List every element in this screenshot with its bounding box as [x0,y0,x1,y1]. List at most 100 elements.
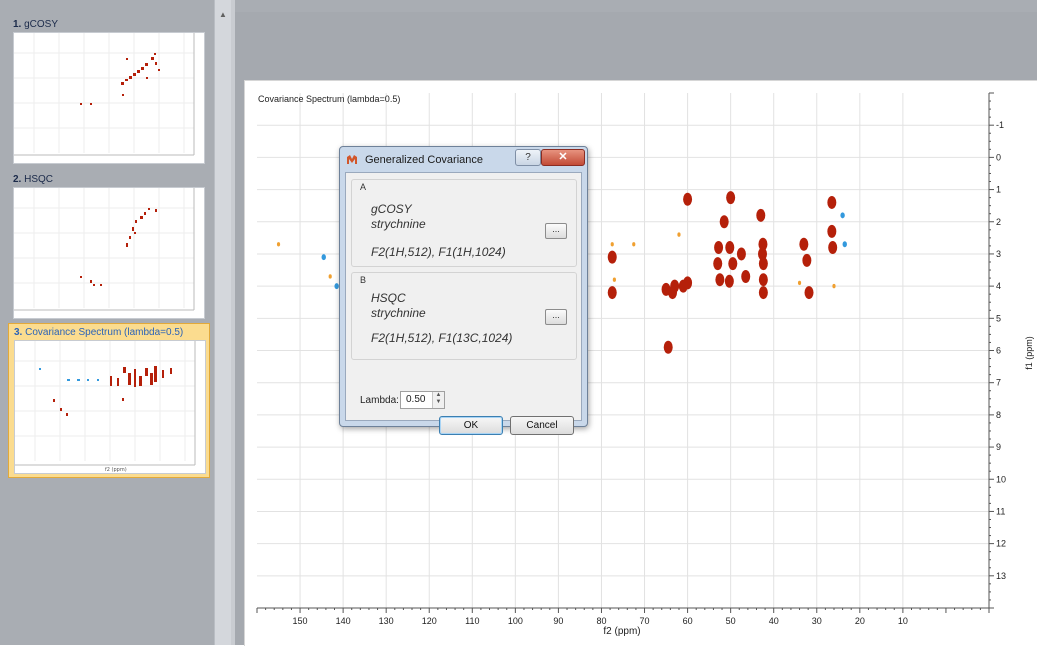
x-tick-label: 90 [553,616,563,626]
positive-peak [663,340,673,354]
thumbnail-covariance-spectrum[interactable]: 3. Covariance Spectrum (lambda=0.5) f2 (… [8,323,210,478]
thumbnail-plot [13,187,205,319]
group-b-experiment: HSQC [371,291,406,305]
positive-peak [758,286,768,300]
group-a-label: A [360,182,367,192]
x-axis-label: f2 (ppm) [603,626,640,637]
group-a-dimensions: F2(1H,512), F1(1H,1024) [371,245,506,259]
y-tick-label: 8 [996,410,1001,420]
weak-peak [677,232,681,237]
positive-peak [724,274,734,288]
dialog-titlebar[interactable]: Generalized Covariance ? ✕ [340,147,587,171]
ok-button[interactable]: OK [439,416,503,435]
browse-a-button[interactable]: ... [545,223,567,239]
positive-peak [607,286,617,300]
weak-peak [276,242,281,247]
weak-peak [328,274,332,279]
positive-peak [827,195,837,209]
positive-peak [661,282,671,296]
thumbnail-hsqc[interactable]: 2. HSQC [8,171,208,320]
y-tick-label: 0 [996,152,1001,162]
weak-peak [612,277,616,282]
thumbnail-label: Covariance Spectrum (lambda=0.5) [25,327,184,338]
y-tick-label: 10 [996,474,1006,484]
spin-updown-icon[interactable]: ▲ ▼ [432,392,444,408]
thumbnail-number: 2. [13,174,22,185]
y-tick-label: 13 [996,571,1006,581]
positive-peak [758,257,768,271]
thumbnail-label: gCOSY [24,19,59,30]
thumbnail-caption: 3. Covariance Spectrum (lambda=0.5) [14,327,183,338]
scroll-up-arrow-icon[interactable]: ▲ [215,10,231,24]
positive-peak [827,224,837,238]
svg-text:f2 (ppm): f2 (ppm) [105,467,127,473]
positive-peak [715,273,725,287]
cancel-button[interactable]: Cancel [510,416,574,435]
x-tick-label: 100 [508,616,523,626]
positive-peak [714,241,724,254]
page-thumbnail-pane: 1. gCOSY 2. HSQC 3. Covariance Spectrum … [0,0,214,645]
thumbnail-hsqc-plot [14,188,195,311]
positive-peak [607,250,617,264]
x-tick-label: 50 [726,616,736,626]
x-tick-label: 40 [769,616,779,626]
y-tick-label: 4 [996,281,1001,291]
dialog-title: Generalized Covariance [365,154,484,166]
positive-peak [683,276,693,290]
thumbnail-covariance-plot: f2 (ppm) [15,341,196,473]
weak-peak [797,280,802,286]
negative-peak [840,212,845,219]
thumbnail-number: 1. [13,19,22,30]
positive-peak [713,257,723,271]
y-tick-label: 1 [996,185,1001,195]
thumbnail-caption: 1. gCOSY [13,19,58,30]
thumbnail-gcosy[interactable]: 1. gCOSY [8,16,208,165]
y-axis-label: f1 (ppm) [1024,336,1034,370]
positive-peak [741,269,751,283]
dialog-body: A gCOSY strychnine F2(1H,512), F1(1H,102… [345,172,582,435]
y-tick-label: 2 [996,217,1001,227]
y-tick-label: 9 [996,442,1001,452]
x-tick-label: 10 [898,616,908,626]
mnova-window: 1. gCOSY 2. HSQC 3. Covariance Spectrum … [0,0,1037,646]
group-b-dimensions: F2(1H,512), F1(13C,1024) [371,331,513,345]
positive-peak [799,237,809,251]
x-tick-label: 30 [812,616,822,626]
y-tick-label: 11 [996,506,1005,516]
x-tick-label: 60 [683,616,693,626]
weak-peak [610,242,614,247]
lambda-value[interactable]: 0.50 [406,394,425,405]
x-tick-label: 80 [596,616,606,626]
browse-b-button[interactable]: ... [545,309,567,325]
positive-peak [804,286,814,300]
positive-peak [728,257,738,271]
help-button[interactable]: ? [515,149,541,166]
negative-peak [321,254,326,261]
group-a-sample: strychnine [371,217,426,231]
positive-peak [719,215,729,229]
weak-peak [632,242,636,247]
x-tick-label: 150 [293,616,308,626]
weak-peak [832,283,836,289]
x-tick-label: 110 [465,616,479,626]
x-tick-label: 140 [336,616,351,626]
x-tick-label: 120 [422,616,437,626]
y-tick-label: 3 [996,249,1001,259]
group-a: A gCOSY strychnine F2(1H,512), F1(1H,102… [351,179,577,267]
positive-peak [726,191,736,205]
y-tick-label: 5 [996,313,1001,323]
close-button[interactable]: ✕ [541,149,585,166]
thumbnail-plot: f2 (ppm) [14,340,206,474]
spectrum-title: Covariance Spectrum (lambda=0.5) [258,94,401,104]
y-tick-label: -1 [996,120,1004,130]
thumbnail-scrollbar[interactable]: ▲ [214,0,232,645]
x-tick-label: 20 [855,616,865,626]
thumbnail-caption: 2. HSQC [13,174,53,185]
lambda-label: Lambda: [360,395,399,406]
y-tick-label: 12 [996,539,1006,549]
thumbnail-number: 3. [14,327,23,338]
y-tick-label: 6 [996,346,1001,356]
thumbnail-label: HSQC [24,174,54,185]
group-b-sample: strychnine [371,306,426,320]
lambda-spinbox[interactable]: 0.50 ▲ ▼ [400,391,445,409]
